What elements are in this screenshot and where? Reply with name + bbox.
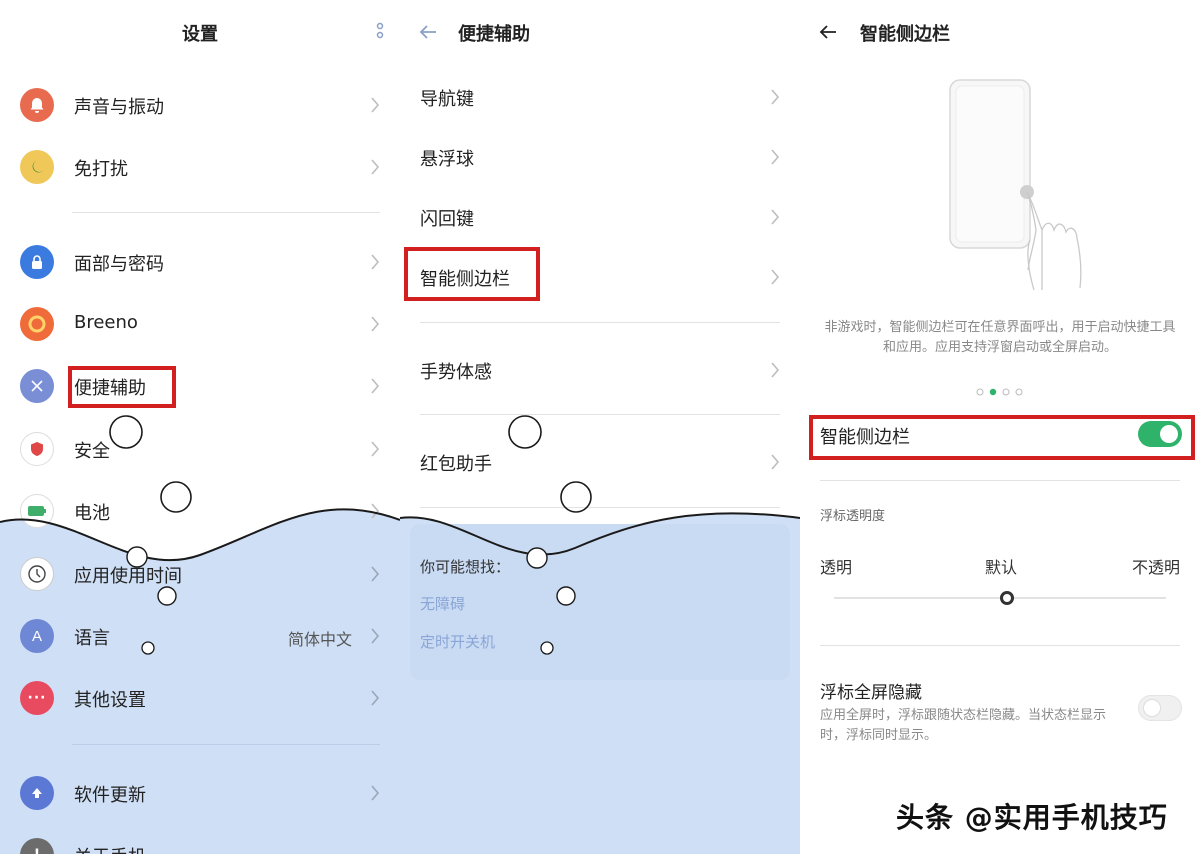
- breeno-icon: [20, 307, 54, 341]
- divider: [820, 480, 1180, 481]
- divider: [72, 212, 380, 213]
- menu-item-red-packet-assistant[interactable]: 红包助手: [400, 437, 800, 487]
- chevron-right-icon: [771, 209, 780, 225]
- settings-panel: 设置 声音与振动 免打扰 面部与密码 Breeno 便捷辅助 安全 电池 应用使…: [0, 0, 400, 854]
- menu-item-label: 闪回键: [420, 209, 474, 230]
- chevron-right-icon: [771, 362, 780, 378]
- chevron-right-icon: [371, 97, 380, 113]
- chevron-right-icon: [371, 628, 380, 644]
- bell-icon: [20, 88, 54, 122]
- convenient-assist-panel: 便捷辅助 导航键 悬浮球 闪回键 智能侧边栏 手势体感 红包助手 你可能想找： …: [400, 0, 800, 854]
- suggestion-title: 你可能想找：: [420, 558, 511, 576]
- divider: [820, 645, 1180, 646]
- menu-item-nav-keys[interactable]: 导航键: [400, 72, 800, 122]
- menu-item-label: 导航键: [420, 89, 474, 110]
- settings-item-label: 声音与振动: [74, 97, 164, 118]
- settings-item-security[interactable]: 安全: [0, 424, 400, 474]
- chevron-right-icon: [371, 441, 380, 457]
- settings-item-sound[interactable]: 声音与振动: [0, 80, 400, 130]
- menu-item-label: 红包助手: [420, 454, 492, 475]
- divider: [420, 322, 780, 323]
- toggle-knob: [1143, 699, 1161, 717]
- settings-item-label: Breeno: [74, 312, 138, 333]
- menu-item-flashback-key[interactable]: 闪回键: [400, 192, 800, 242]
- settings-item-other[interactable]: ··· 其他设置: [0, 673, 400, 723]
- menu-item-floating-ball[interactable]: 悬浮球: [400, 132, 800, 182]
- more-options-icon[interactable]: [376, 22, 384, 42]
- smart-sidebar-panel: 智能侧边栏 非游戏时，智能侧边栏可在任意界面呼出，用于启动快捷工具和应用。应用支…: [800, 0, 1200, 854]
- settings-item-label: 免打扰: [74, 159, 128, 180]
- chevron-right-icon: [371, 159, 380, 175]
- chevron-right-icon: [371, 254, 380, 270]
- settings-item-about-phone[interactable]: ! 关于手机: [0, 830, 400, 854]
- settings-item-face-password[interactable]: 面部与密码: [0, 237, 400, 287]
- float-hide-title: 浮标全屏隐藏: [820, 683, 922, 703]
- watermark: 头条 @实用手机技巧: [896, 801, 1168, 834]
- lock-icon: [20, 245, 54, 279]
- language-icon: A: [20, 619, 54, 653]
- back-arrow-icon[interactable]: [816, 20, 840, 44]
- info-icon: !: [20, 838, 54, 854]
- update-icon: [20, 776, 54, 810]
- slider-label-opaque: 不透明: [1131, 558, 1180, 577]
- moon-icon: [20, 150, 54, 184]
- section-title: 浮标透明度: [820, 509, 886, 524]
- float-hide-description: 应用全屏时，浮标跟随状态栏隐藏。当状态栏显示时，浮标同时显示。: [820, 708, 1107, 743]
- chevron-right-icon: [371, 316, 380, 332]
- settings-item-software-update[interactable]: 软件更新: [0, 768, 400, 818]
- settings-item-label: 面部与密码: [74, 254, 164, 275]
- settings-item-label: 应用使用时间: [74, 566, 182, 587]
- chevron-right-icon: [371, 378, 380, 394]
- settings-item-convenient-assist[interactable]: 便捷辅助: [0, 361, 400, 411]
- battery-icon: [20, 494, 54, 528]
- settings-item-label: 软件更新: [74, 785, 146, 806]
- menu-item-label: 手势体感: [420, 362, 492, 383]
- page-title: 智能侧边栏: [860, 24, 950, 45]
- settings-item-language[interactable]: A 语言 简体中文: [0, 611, 400, 661]
- divider: [420, 414, 780, 415]
- shield-icon: [20, 432, 54, 466]
- divider: [72, 744, 380, 745]
- settings-item-dnd[interactable]: 免打扰: [0, 142, 400, 192]
- opacity-slider-thumb[interactable]: [1000, 591, 1014, 605]
- settings-item-app-usage-time[interactable]: 应用使用时间: [0, 549, 400, 599]
- chevron-right-icon: [371, 566, 380, 582]
- menu-item-gesture-motion[interactable]: 手势体感: [400, 345, 800, 395]
- back-arrow-icon[interactable]: [416, 20, 440, 44]
- slider-label-default: 默认: [985, 558, 1018, 577]
- chevron-right-icon: [771, 454, 780, 470]
- suggestion-link-accessibility[interactable]: 无障碍: [420, 593, 465, 614]
- highlight-box: [404, 247, 540, 301]
- slider-label-transparent: 透明: [820, 558, 853, 577]
- chevron-right-icon: [371, 785, 380, 801]
- highlight-box: [809, 415, 1195, 460]
- highlight-box: [68, 366, 176, 408]
- settings-item-label: 电池: [74, 503, 110, 524]
- suggestion-card: [410, 524, 790, 680]
- settings-item-label: 安全: [74, 441, 110, 462]
- chevron-right-icon: [771, 89, 780, 105]
- carousel-indicator: [976, 388, 1023, 396]
- suggestion-link-scheduled-power[interactable]: 定时开关机: [420, 631, 495, 652]
- assist-icon: [20, 369, 54, 403]
- menu-item-label: 悬浮球: [420, 149, 474, 170]
- feature-description: 非游戏时，智能侧边栏可在任意界面呼出，用于启动快捷工具和应用。应用支持浮窗启动或…: [824, 320, 1176, 355]
- settings-item-label: 其他设置: [74, 690, 146, 711]
- page-title: 便捷辅助: [458, 24, 530, 45]
- language-value: 简体中文: [287, 630, 352, 649]
- phone-gesture-illustration: [949, 79, 1082, 290]
- float-hide-toggle[interactable]: [1138, 695, 1182, 721]
- chevron-right-icon: [771, 269, 780, 285]
- settings-item-battery[interactable]: 电池: [0, 486, 400, 536]
- more-icon: ···: [20, 681, 54, 715]
- chevron-right-icon: [371, 690, 380, 706]
- settings-item-label: 关于手机: [74, 843, 146, 854]
- chevron-right-icon: [371, 503, 380, 519]
- settings-item-breeno[interactable]: Breeno: [0, 299, 400, 349]
- divider: [420, 507, 780, 508]
- chevron-right-icon: [771, 149, 780, 165]
- settings-item-label: 语言: [74, 628, 110, 649]
- page-title: 设置: [182, 24, 218, 45]
- clock-icon: [20, 557, 54, 591]
